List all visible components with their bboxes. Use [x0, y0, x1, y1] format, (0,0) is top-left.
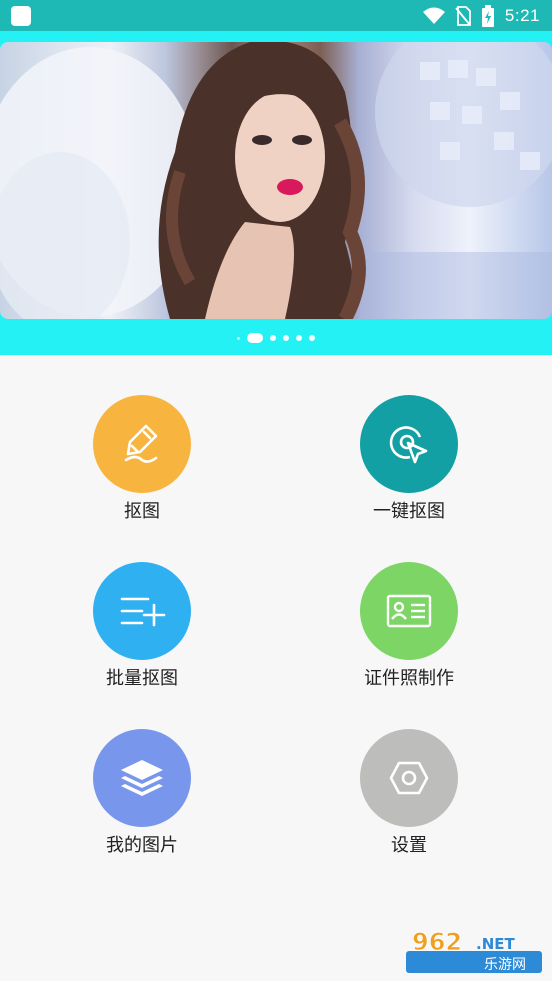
- wifi-icon: [422, 7, 445, 24]
- feature-label: 批量抠图: [106, 668, 178, 689]
- list-add-icon[interactable]: [93, 562, 191, 660]
- feature-label: 一键抠图: [373, 501, 445, 522]
- feature-one-click-cutout[interactable]: 一键抠图: [309, 355, 509, 522]
- feature-batch-cutout[interactable]: 批量抠图: [42, 522, 242, 689]
- carousel-dot[interactable]: [296, 335, 302, 341]
- settings-hexagon-icon[interactable]: [360, 729, 458, 827]
- feature-settings[interactable]: 设置: [309, 689, 509, 856]
- status-icons: 5:21: [422, 4, 540, 28]
- pen-edit-icon[interactable]: [93, 395, 191, 493]
- carousel-indicator[interactable]: [0, 331, 552, 345]
- layers-icon[interactable]: [93, 729, 191, 827]
- id-card-icon[interactable]: [360, 562, 458, 660]
- banner-image[interactable]: [0, 42, 552, 319]
- status-time: 5:21: [504, 6, 540, 25]
- feature-my-pictures[interactable]: 我的图片: [42, 689, 242, 856]
- feature-label: 证件照制作: [364, 668, 454, 689]
- cursor-target-icon[interactable]: [360, 395, 458, 493]
- status-bar: 5:21: [0, 0, 552, 31]
- carousel-dot[interactable]: [309, 335, 315, 341]
- carousel-dot[interactable]: [237, 336, 240, 340]
- no-sim-icon: [455, 6, 471, 26]
- battery-charging-icon: [481, 5, 494, 27]
- carousel-dot[interactable]: [283, 335, 289, 341]
- app-icon: [11, 6, 31, 26]
- svg-text:.NET: .NET: [476, 935, 515, 953]
- banner-carousel[interactable]: [0, 31, 552, 355]
- feature-label: 设置: [391, 835, 427, 856]
- carousel-dot-active[interactable]: [247, 333, 263, 343]
- feature-id-photo[interactable]: 证件照制作: [309, 522, 509, 689]
- svg-text:962: 962: [412, 928, 462, 956]
- feature-label: 抠图: [124, 501, 160, 522]
- watermark-logo: 962 .NET 乐游网: [404, 925, 544, 975]
- feature-cutout[interactable]: 抠图: [42, 355, 242, 522]
- svg-text:乐游网: 乐游网: [484, 957, 526, 973]
- carousel-dot[interactable]: [270, 335, 276, 341]
- feature-label: 我的图片: [106, 835, 178, 856]
